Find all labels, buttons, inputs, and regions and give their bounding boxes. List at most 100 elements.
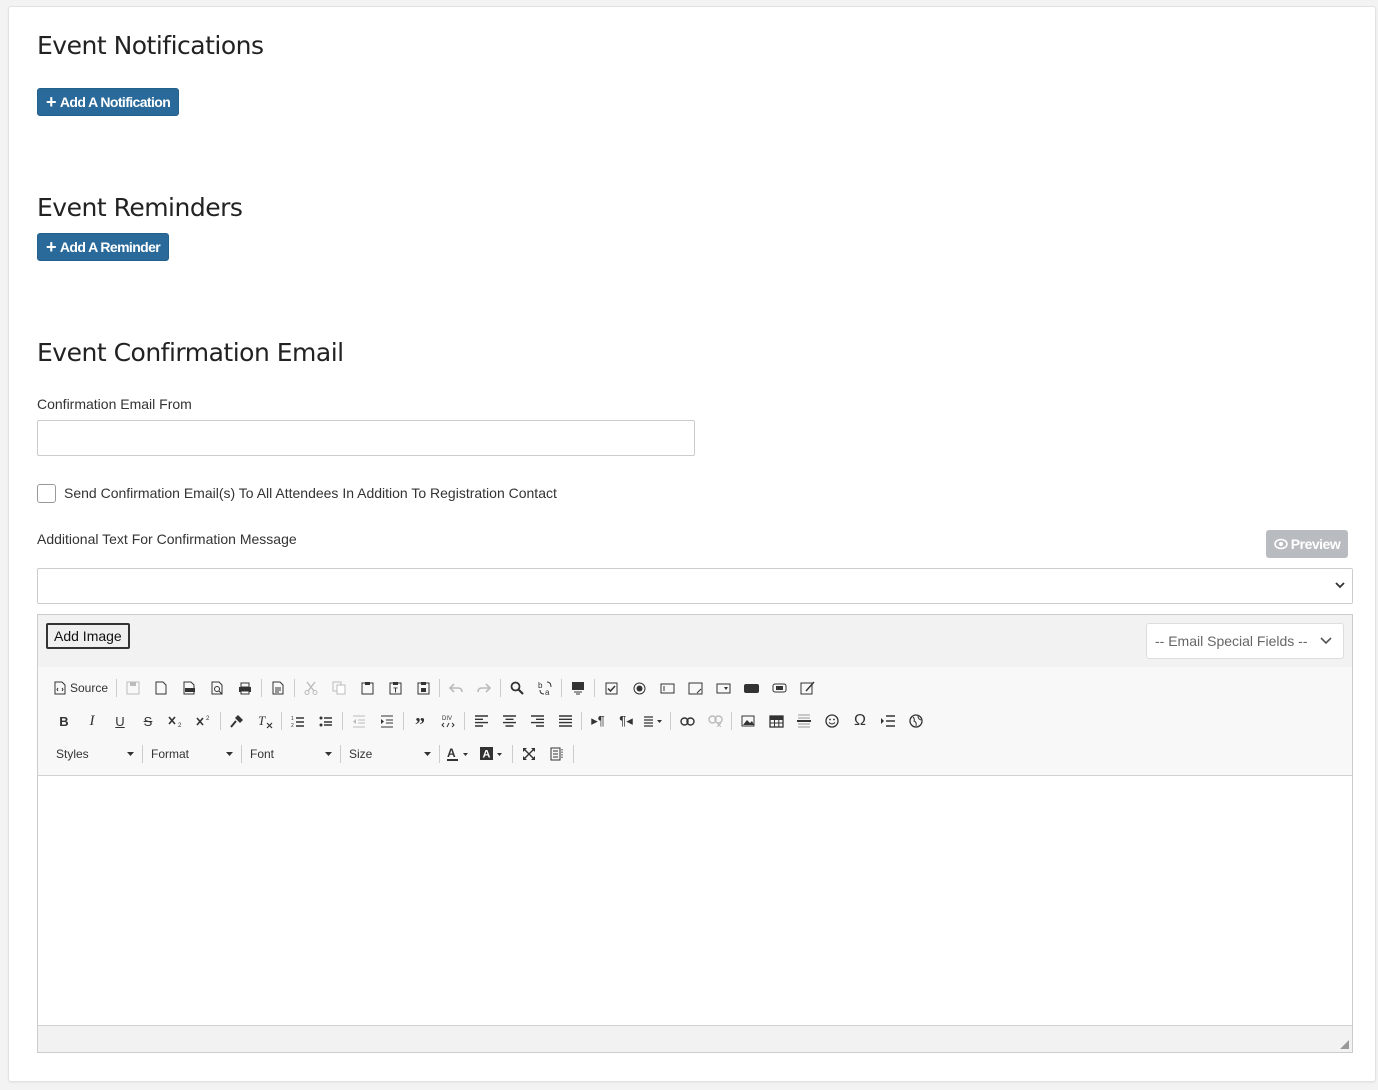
templates-icon[interactable] [264,675,292,701]
select-all-icon[interactable] [564,675,592,701]
blockquote-icon[interactable]: ” [406,704,434,738]
paste-word-icon[interactable] [409,675,437,701]
send-all-attendees-label: Send Confirmation Email(s) To All Attend… [64,485,557,501]
table-icon[interactable] [762,708,790,734]
align-left-icon[interactable] [467,708,495,734]
preview-page-icon[interactable] [203,675,231,701]
format-dropdown[interactable]: Format [145,742,239,766]
italic-icon[interactable]: I [78,708,106,734]
svg-text:2: 2 [206,716,210,722]
plus-icon: + [46,92,57,112]
save-icon[interactable] [119,675,147,701]
show-blocks-icon[interactable] [543,741,571,767]
resize-handle-icon[interactable] [1340,1040,1349,1049]
new-page-icon[interactable] [147,675,175,701]
rich-text-editor: Add Image -- Email Special Fields -- Sou… [37,614,1353,1053]
font-label: Font [250,747,275,761]
format-label: Format [151,747,190,761]
form-textarea-icon[interactable] [681,675,709,701]
confirmation-from-input[interactable] [37,420,695,456]
editor-content-area[interactable] [38,776,1352,1026]
source-label: Source [70,681,109,695]
form-select-icon[interactable] [709,675,737,701]
form-textfield-icon[interactable] [653,675,681,701]
numbered-list-icon[interactable]: 12 [284,708,312,734]
align-right-icon[interactable] [523,708,551,734]
toolbar-separator [281,712,282,730]
bold-icon[interactable]: B [50,708,78,734]
image-icon[interactable] [734,708,762,734]
add-notification-button[interactable]: + Add A Notification [37,88,180,116]
toolbar-separator [342,712,343,730]
send-all-attendees-checkbox[interactable] [37,484,56,503]
strikethrough-icon[interactable]: S [134,708,162,734]
align-justify-icon[interactable] [551,708,579,734]
superscript-icon[interactable]: 2 [190,708,218,734]
toolbar-separator [512,745,513,763]
form-radio-icon[interactable] [625,675,653,701]
remove-format-icon[interactable]: T [251,708,279,734]
toolbar-separator [403,712,404,730]
special-character-icon[interactable]: Ω [846,708,874,734]
form-checkbox-icon[interactable] [597,675,625,701]
bulleted-list-icon[interactable] [312,708,340,734]
create-div-icon[interactable]: DIV [434,708,462,734]
form-image-button-icon[interactable] [765,675,793,701]
export-pdf-icon[interactable] [175,675,203,701]
email-special-fields-select[interactable]: -- Email Special Fields -- [1146,623,1344,659]
page-break-icon[interactable] [874,708,902,734]
unlink-icon[interactable] [701,708,729,734]
undo-icon[interactable] [442,675,470,701]
svg-text:b: b [538,681,543,690]
text-color-icon[interactable]: A [442,741,476,767]
confirmation-heading: Event Confirmation Email [37,338,344,367]
form-button-icon[interactable] [737,675,765,701]
svg-text:2: 2 [291,723,294,728]
paste-text-icon[interactable]: T [381,675,409,701]
toolbar-separator [261,679,263,697]
cut-icon[interactable] [297,675,325,701]
indent-icon[interactable] [373,708,401,734]
preview-button[interactable]: Preview [1266,530,1348,558]
horizontal-line-icon[interactable] [790,708,818,734]
underline-icon[interactable]: U [106,708,134,734]
svg-text:A: A [447,746,456,760]
copy-icon[interactable] [325,675,353,701]
event-settings-panel: Event Notifications + Add A Notification… [8,6,1376,1082]
toolbar-row-1: Source T ba [50,674,821,702]
form-hidden-field-icon[interactable] [793,675,821,701]
language-icon[interactable] [640,708,668,734]
subscript-icon[interactable]: 2 [162,708,190,734]
redo-icon[interactable] [470,675,498,701]
toolbar-separator [670,712,671,730]
outdent-icon[interactable] [345,708,373,734]
replace-icon[interactable]: ba [531,675,559,701]
size-dropdown[interactable]: Size [343,742,437,766]
toolbar-separator [464,712,465,730]
svg-text:DIV: DIV [442,716,452,722]
toolbar-separator [731,712,732,730]
text-direction-ltr-icon[interactable]: ▸¶ [584,708,612,734]
copy-format-icon[interactable] [223,708,251,734]
styles-dropdown[interactable]: Styles [50,742,140,766]
find-icon[interactable] [503,675,531,701]
caret-down-icon [424,752,431,756]
font-dropdown[interactable]: Font [244,742,338,766]
message-template-select[interactable] [37,568,1353,604]
smiley-icon[interactable] [818,708,846,734]
paste-icon[interactable] [353,675,381,701]
text-direction-rtl-icon[interactable]: ¶◂ [612,708,640,734]
toolbar-separator [594,679,596,697]
iframe-icon[interactable] [902,708,930,734]
toolbar-separator [220,712,221,730]
add-reminder-button[interactable]: + Add A Reminder [37,233,170,261]
maximize-icon[interactable] [515,741,543,767]
chevron-down-icon [1335,582,1345,589]
source-button[interactable]: Source [50,675,114,701]
add-image-button[interactable]: Add Image [46,623,130,649]
print-icon[interactable] [231,675,259,701]
link-icon[interactable] [673,708,701,734]
align-center-icon[interactable] [495,708,523,734]
background-color-icon[interactable]: A [476,741,510,767]
reminders-heading: Event Reminders [37,193,243,222]
